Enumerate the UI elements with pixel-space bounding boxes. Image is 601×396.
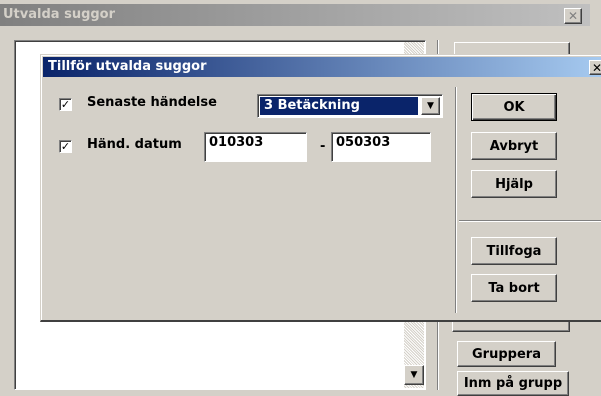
date-from-input[interactable]: 010303 [204, 132, 307, 162]
select-dropdown-button[interactable]: ▼ [421, 97, 440, 115]
ok-button[interactable]: OK [471, 93, 557, 121]
hand-datum-checkbox[interactable]: ✓ [59, 140, 72, 153]
select-highlight: 3 Betäckning [260, 97, 418, 115]
dialog-titlebar: Tillför utvalda suggor [43, 57, 601, 77]
ta-bort-button[interactable]: Ta bort [471, 274, 557, 302]
hjalp-label: Hjälp [495, 176, 533, 192]
date-range-separator: - [320, 139, 326, 154]
close-icon: ✕ [567, 9, 579, 23]
dialog-vertical-separator [455, 87, 457, 313]
senaste-handelse-label: Senaste händelse [87, 95, 217, 110]
back-window-title: Utvalda suggor [3, 7, 116, 22]
ok-label: OK [503, 99, 525, 115]
select-value: 3 Betäckning [264, 98, 360, 113]
chevron-down-icon: ▼ [427, 101, 434, 111]
senaste-handelse-checkbox[interactable]: ✓ [59, 98, 72, 111]
gruppera-button[interactable]: Gruppera [457, 341, 556, 367]
inm-pa-grupp-label: Inm på grupp [463, 376, 563, 391]
back-window-close-button[interactable]: ✕ [564, 8, 582, 24]
checkmark-icon: ✓ [60, 140, 71, 153]
dialog-window: Tillför utvalda suggor ✕ ✓ Senaste hände… [40, 54, 601, 322]
ta-bort-label: Ta bort [488, 280, 540, 296]
tillfoga-button[interactable]: Tillfoga [471, 237, 557, 265]
dialog-horizontal-separator [459, 220, 601, 222]
avbryt-label: Avbryt [489, 138, 539, 154]
chevron-down-icon: ▼ [410, 370, 418, 380]
date-to-input[interactable]: 050303 [331, 132, 431, 162]
checkmark-icon: ✓ [60, 98, 71, 111]
avbryt-button[interactable]: Avbryt [471, 132, 557, 160]
hjalp-button[interactable]: Hjälp [471, 170, 557, 198]
dialog-title: Tillför utvalda suggor [48, 59, 207, 74]
hand-datum-label: Händ. datum [87, 137, 182, 152]
scroll-down-button[interactable]: ▼ [404, 365, 424, 385]
senaste-handelse-select[interactable]: 3 Betäckning ▼ [257, 94, 443, 118]
date-from-value: 010303 [209, 135, 264, 150]
inm-pa-grupp-button[interactable]: Inm på grupp [457, 371, 569, 396]
back-window-titlebar: Utvalda suggor [0, 4, 590, 26]
close-icon: ✕ [591, 60, 601, 75]
gruppera-label: Gruppera [472, 346, 541, 362]
date-to-value: 050303 [336, 135, 391, 150]
tillfoga-label: Tillfoga [486, 243, 542, 259]
dialog-close-button[interactable]: ✕ [589, 60, 601, 75]
